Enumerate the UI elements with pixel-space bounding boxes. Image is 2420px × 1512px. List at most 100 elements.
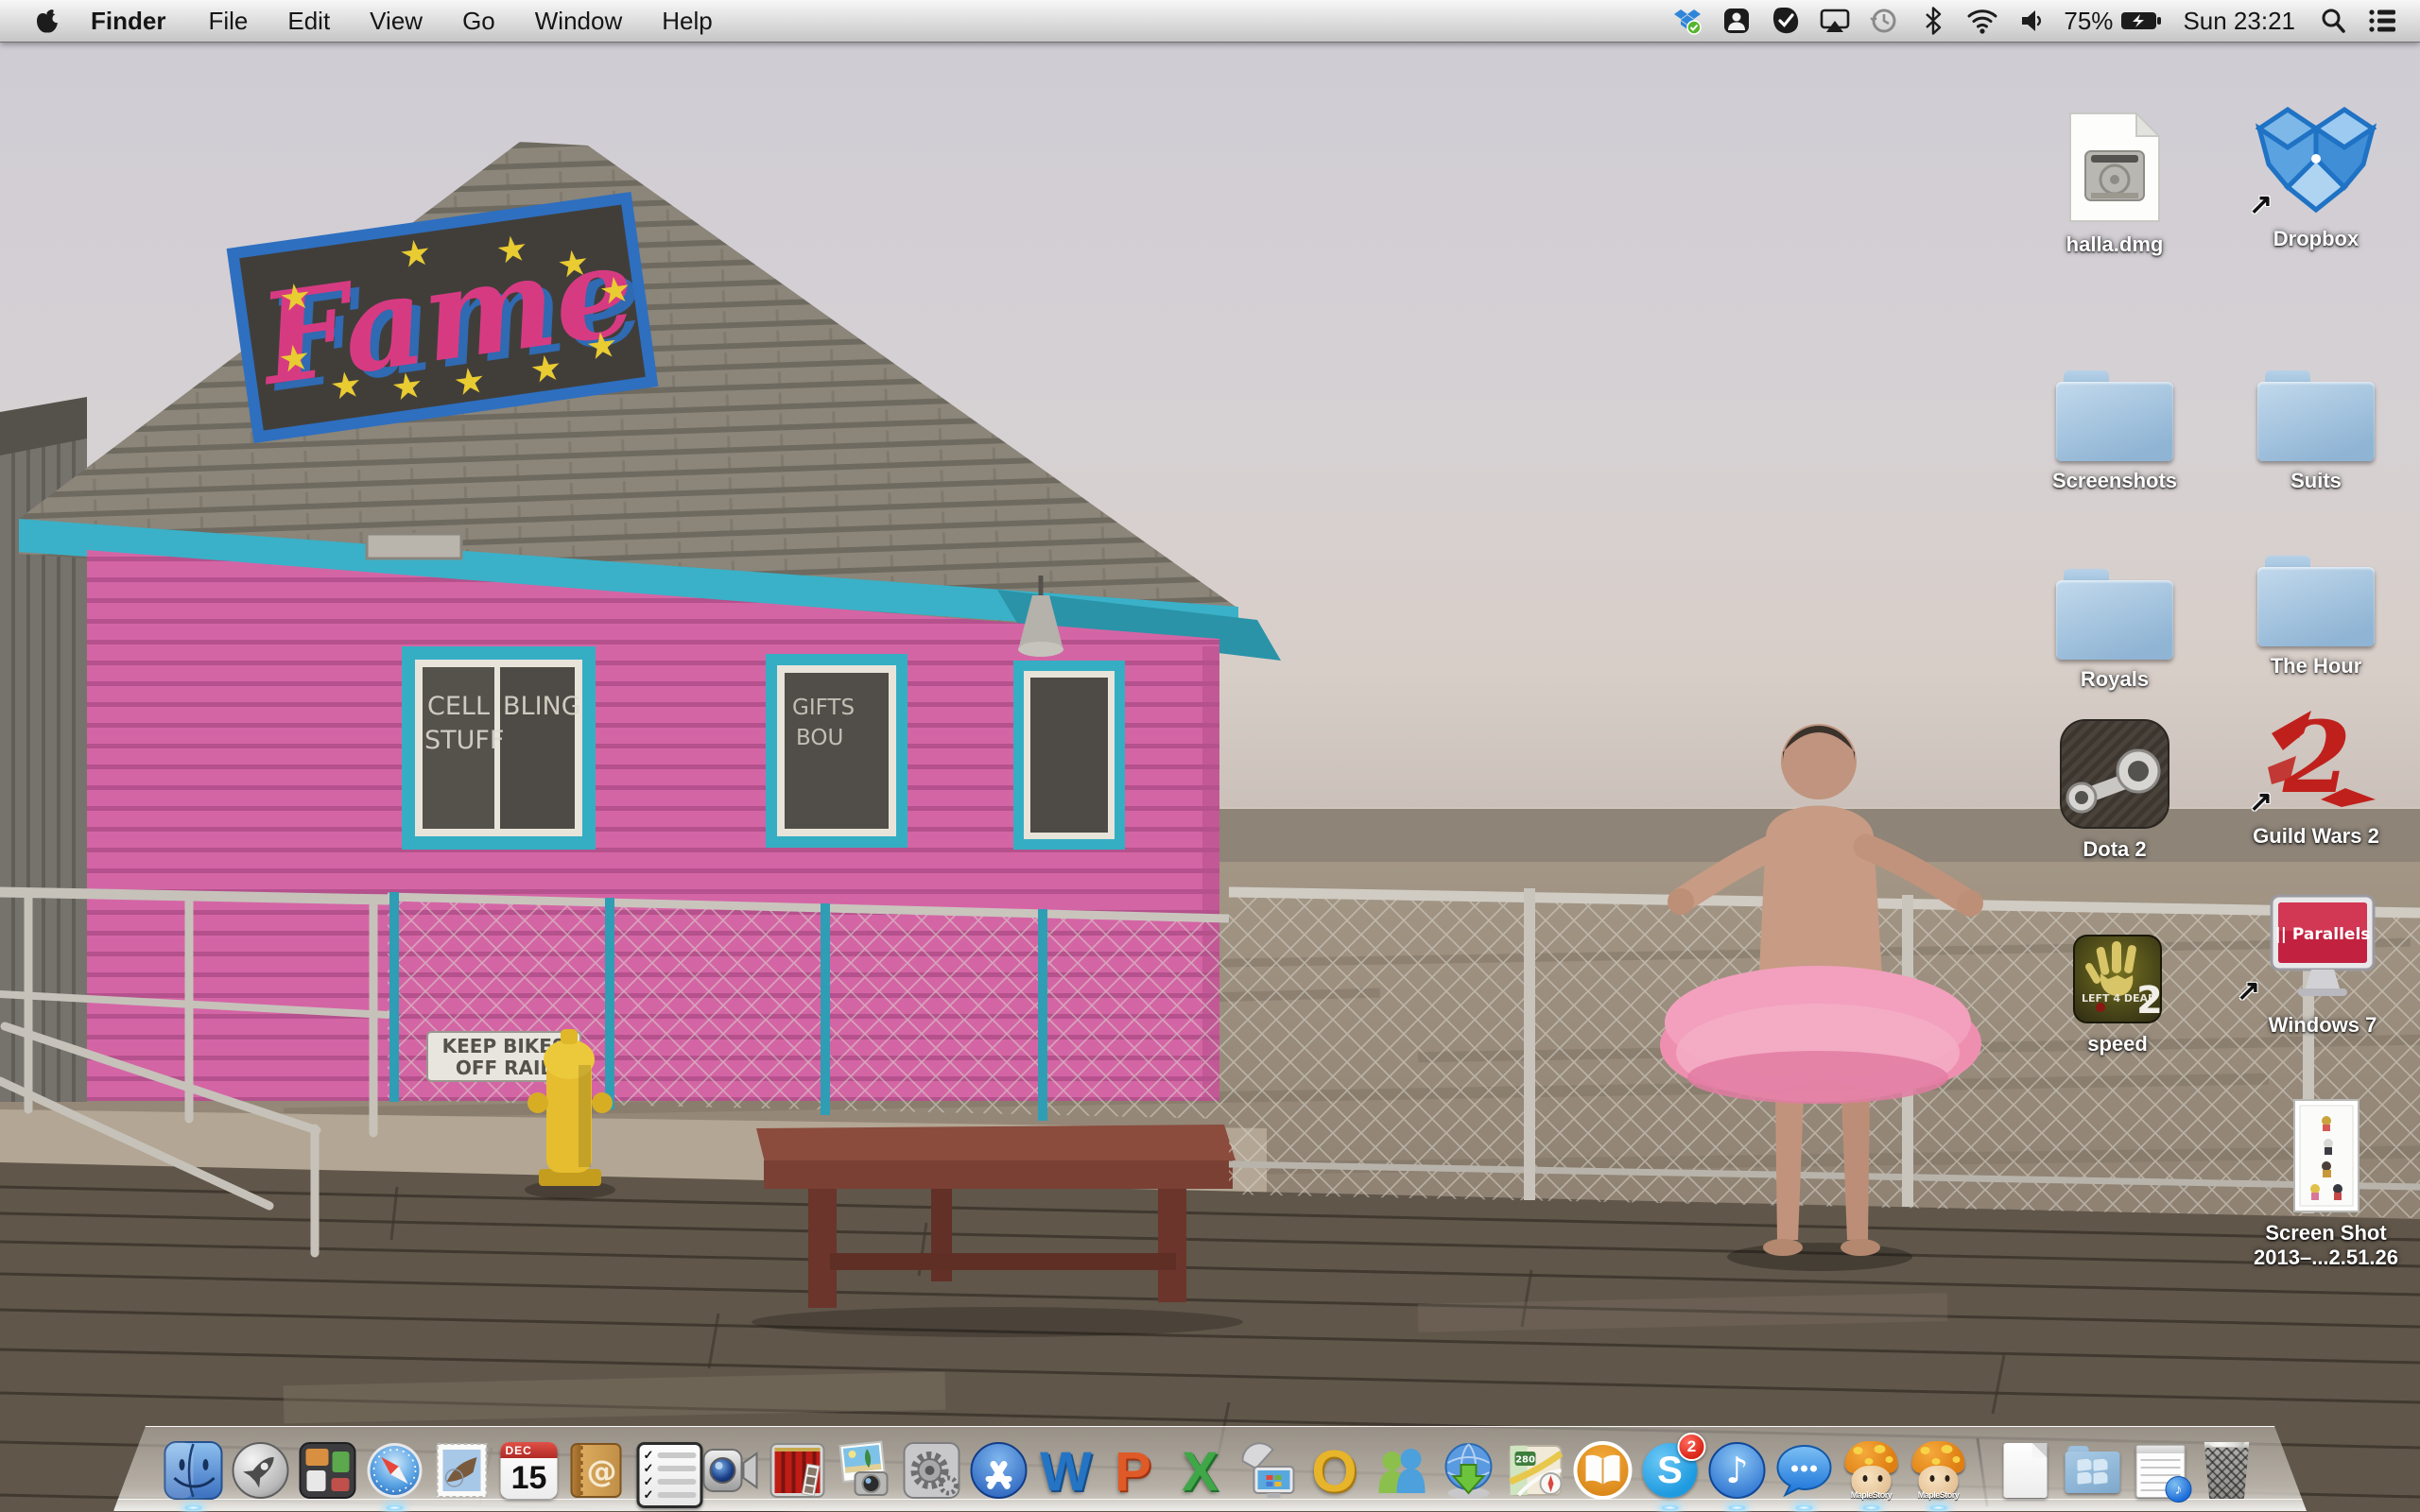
contacts-icon: @ bbox=[566, 1440, 627, 1501]
desktop-icon-label: Windows 7 bbox=[2242, 1013, 2403, 1038]
dropbox-status-icon[interactable] bbox=[1667, 0, 1708, 42]
menu-app-name[interactable]: Finder bbox=[66, 0, 188, 42]
desktop-icon-speed[interactable]: LEFT 4 DEAD 2 speed bbox=[2042, 909, 2193, 1057]
dock-maplestory-2[interactable]: MapleStory bbox=[1909, 1440, 1969, 1501]
app-store-icon bbox=[969, 1440, 1029, 1501]
dock-maps[interactable]: 280 bbox=[1506, 1440, 1566, 1501]
dock-app-store[interactable] bbox=[969, 1440, 1029, 1501]
document-icon bbox=[2004, 1443, 2048, 1498]
desktop-icon-dropbox[interactable]: ↗ Dropbox bbox=[2236, 104, 2396, 251]
dock-dashboard[interactable] bbox=[298, 1440, 358, 1501]
shop-window-2: GIFTS BOU bbox=[766, 654, 908, 848]
desktop-icon-label: halla.dmg bbox=[2034, 232, 2195, 257]
dock-windows-folder[interactable] bbox=[2063, 1440, 2123, 1501]
dock-outlook[interactable]: O bbox=[1305, 1440, 1365, 1501]
desktop-icon-the-hour[interactable]: The Hour bbox=[2236, 531, 2396, 679]
dock-mail[interactable] bbox=[432, 1440, 493, 1501]
desktop-icon-label: Royals bbox=[2034, 667, 2195, 692]
dock-finder[interactable] bbox=[164, 1440, 224, 1501]
desktop-icon-suits[interactable]: Suits bbox=[2236, 346, 2396, 493]
skype-letter: S bbox=[1657, 1450, 1683, 1492]
menu-help[interactable]: Help bbox=[642, 0, 732, 42]
guild-wars-2-icon: 2 bbox=[2255, 701, 2377, 816]
screenshot-thumbnail-icon bbox=[2290, 1098, 2362, 1213]
maps-shield-text: 280 bbox=[1515, 1455, 1535, 1466]
desktop-icon-windows7[interactable]: || Parallels ↗ Windows 7 bbox=[2242, 890, 2403, 1038]
steam-icon bbox=[2059, 718, 2170, 830]
svg-text:★: ★ bbox=[327, 363, 365, 408]
menu-clock[interactable]: Sun 23:21 bbox=[2173, 7, 2305, 36]
svg-text:★: ★ bbox=[527, 346, 565, 391]
apple-logo-icon bbox=[35, 7, 60, 35]
dock-photo-booth[interactable] bbox=[768, 1440, 828, 1501]
powerpoint-icon: P bbox=[1103, 1440, 1164, 1501]
menu-view[interactable]: View bbox=[350, 0, 442, 42]
desktop-icon-guild-wars-2[interactable]: 2 ↗ Guild Wars 2 bbox=[2236, 701, 2396, 849]
desktop-icon-royals[interactable]: Royals bbox=[2034, 544, 2195, 692]
dock-messages[interactable] bbox=[1774, 1440, 1835, 1501]
maplestory-label: MapleStory bbox=[1910, 1490, 1968, 1500]
desktop-icon-dota2[interactable]: Dota 2 bbox=[2034, 714, 2195, 862]
wifi-icon[interactable] bbox=[1962, 0, 2003, 42]
mail-stamp-icon bbox=[432, 1440, 493, 1501]
menu-go[interactable]: Go bbox=[442, 0, 515, 42]
desktop-icon-halla-dmg[interactable]: halla.dmg bbox=[2034, 110, 2195, 257]
calendar-day: 15 bbox=[501, 1458, 558, 1499]
skype-badge: 2 bbox=[1678, 1433, 1706, 1461]
svg-text:♪: ♪ bbox=[1725, 1450, 1748, 1491]
volume-icon[interactable] bbox=[2011, 0, 2052, 42]
dock-messenger[interactable] bbox=[1372, 1440, 1432, 1501]
dock-contacts[interactable]: @ bbox=[566, 1440, 627, 1501]
desktop-icon-label: Guild Wars 2 bbox=[2236, 824, 2396, 849]
running-indicator bbox=[185, 1505, 202, 1510]
dock-itunes[interactable]: ♪ bbox=[1707, 1440, 1768, 1501]
dock-word[interactable]: W bbox=[1036, 1440, 1097, 1501]
dock-reminders[interactable]: ✓ ✓ ✓ ✓ bbox=[633, 1440, 694, 1501]
photo-booth-icon bbox=[768, 1440, 828, 1501]
svg-text:★: ★ bbox=[596, 267, 634, 313]
dock-excel[interactable]: X bbox=[1170, 1440, 1231, 1501]
menu-edit[interactable]: Edit bbox=[268, 0, 350, 42]
dock-skype[interactable]: S 2 bbox=[1640, 1440, 1701, 1501]
dock-iphoto[interactable] bbox=[835, 1440, 895, 1501]
time-machine-icon[interactable] bbox=[1863, 0, 1905, 42]
bluetooth-icon[interactable] bbox=[1912, 0, 1954, 42]
gw2-number: 2 bbox=[2282, 701, 2351, 816]
dock-system-preferences[interactable] bbox=[902, 1440, 962, 1501]
apple-menu[interactable] bbox=[28, 7, 66, 35]
spotlight-icon[interactable] bbox=[2312, 0, 2354, 42]
shop-window-3 bbox=[1013, 661, 1125, 850]
dock-facetime[interactable] bbox=[700, 1440, 761, 1501]
window-text-cell: CELL bbox=[427, 692, 490, 721]
desktop-icon-screenshot-file[interactable]: Screen Shot 2013–...2.51.26 bbox=[2248, 1098, 2404, 1270]
dock-maplestory[interactable]: MapleStory bbox=[1841, 1440, 1902, 1501]
checkmark-status-icon[interactable] bbox=[1765, 0, 1806, 42]
menu-window[interactable]: Window bbox=[515, 0, 642, 42]
notification-center-icon[interactable] bbox=[2361, 0, 2403, 42]
dock-safari[interactable] bbox=[365, 1440, 425, 1501]
user-status-icon[interactable] bbox=[1716, 0, 1757, 42]
folder-icon bbox=[2257, 370, 2375, 461]
menu-file[interactable]: File bbox=[188, 0, 268, 42]
airplay-icon[interactable] bbox=[1814, 0, 1856, 42]
dock-calendar[interactable]: DEC 15 bbox=[499, 1440, 560, 1501]
dock-documents-stack[interactable] bbox=[1996, 1440, 2056, 1501]
desktop[interactable]: Fame Fame ★★★ ★★★ ★★★ ★★ CELL STUFF BL bbox=[0, 42, 2420, 1512]
menu-bar: Finder File Edit View Go Window Help bbox=[0, 0, 2420, 43]
desktop-icon-label: speed bbox=[2042, 1032, 2193, 1057]
desktop-icon-screenshots[interactable]: Screenshots bbox=[2034, 346, 2195, 493]
dock-powerpoint[interactable]: P bbox=[1103, 1440, 1164, 1501]
dock-itunes-window-stack[interactable]: ♪ bbox=[2130, 1440, 2190, 1501]
dock-trash[interactable] bbox=[2197, 1440, 2257, 1501]
dock-launchpad[interactable] bbox=[231, 1440, 291, 1501]
system-preferences-gear-icon bbox=[902, 1440, 962, 1501]
dock-ibooks[interactable] bbox=[1573, 1440, 1634, 1501]
svg-text:★: ★ bbox=[493, 227, 531, 272]
l4d-number: 2 bbox=[2136, 979, 2163, 1022]
maplestory-mushroom-icon: MapleStory bbox=[1842, 1441, 1901, 1500]
svg-text:★: ★ bbox=[583, 323, 621, 369]
dock-download-manager[interactable] bbox=[1439, 1440, 1499, 1501]
battery-indicator[interactable]: 75% bbox=[2060, 7, 2166, 36]
dock-remote-desktop[interactable] bbox=[1237, 1440, 1298, 1501]
excel-icon: X bbox=[1170, 1440, 1231, 1501]
